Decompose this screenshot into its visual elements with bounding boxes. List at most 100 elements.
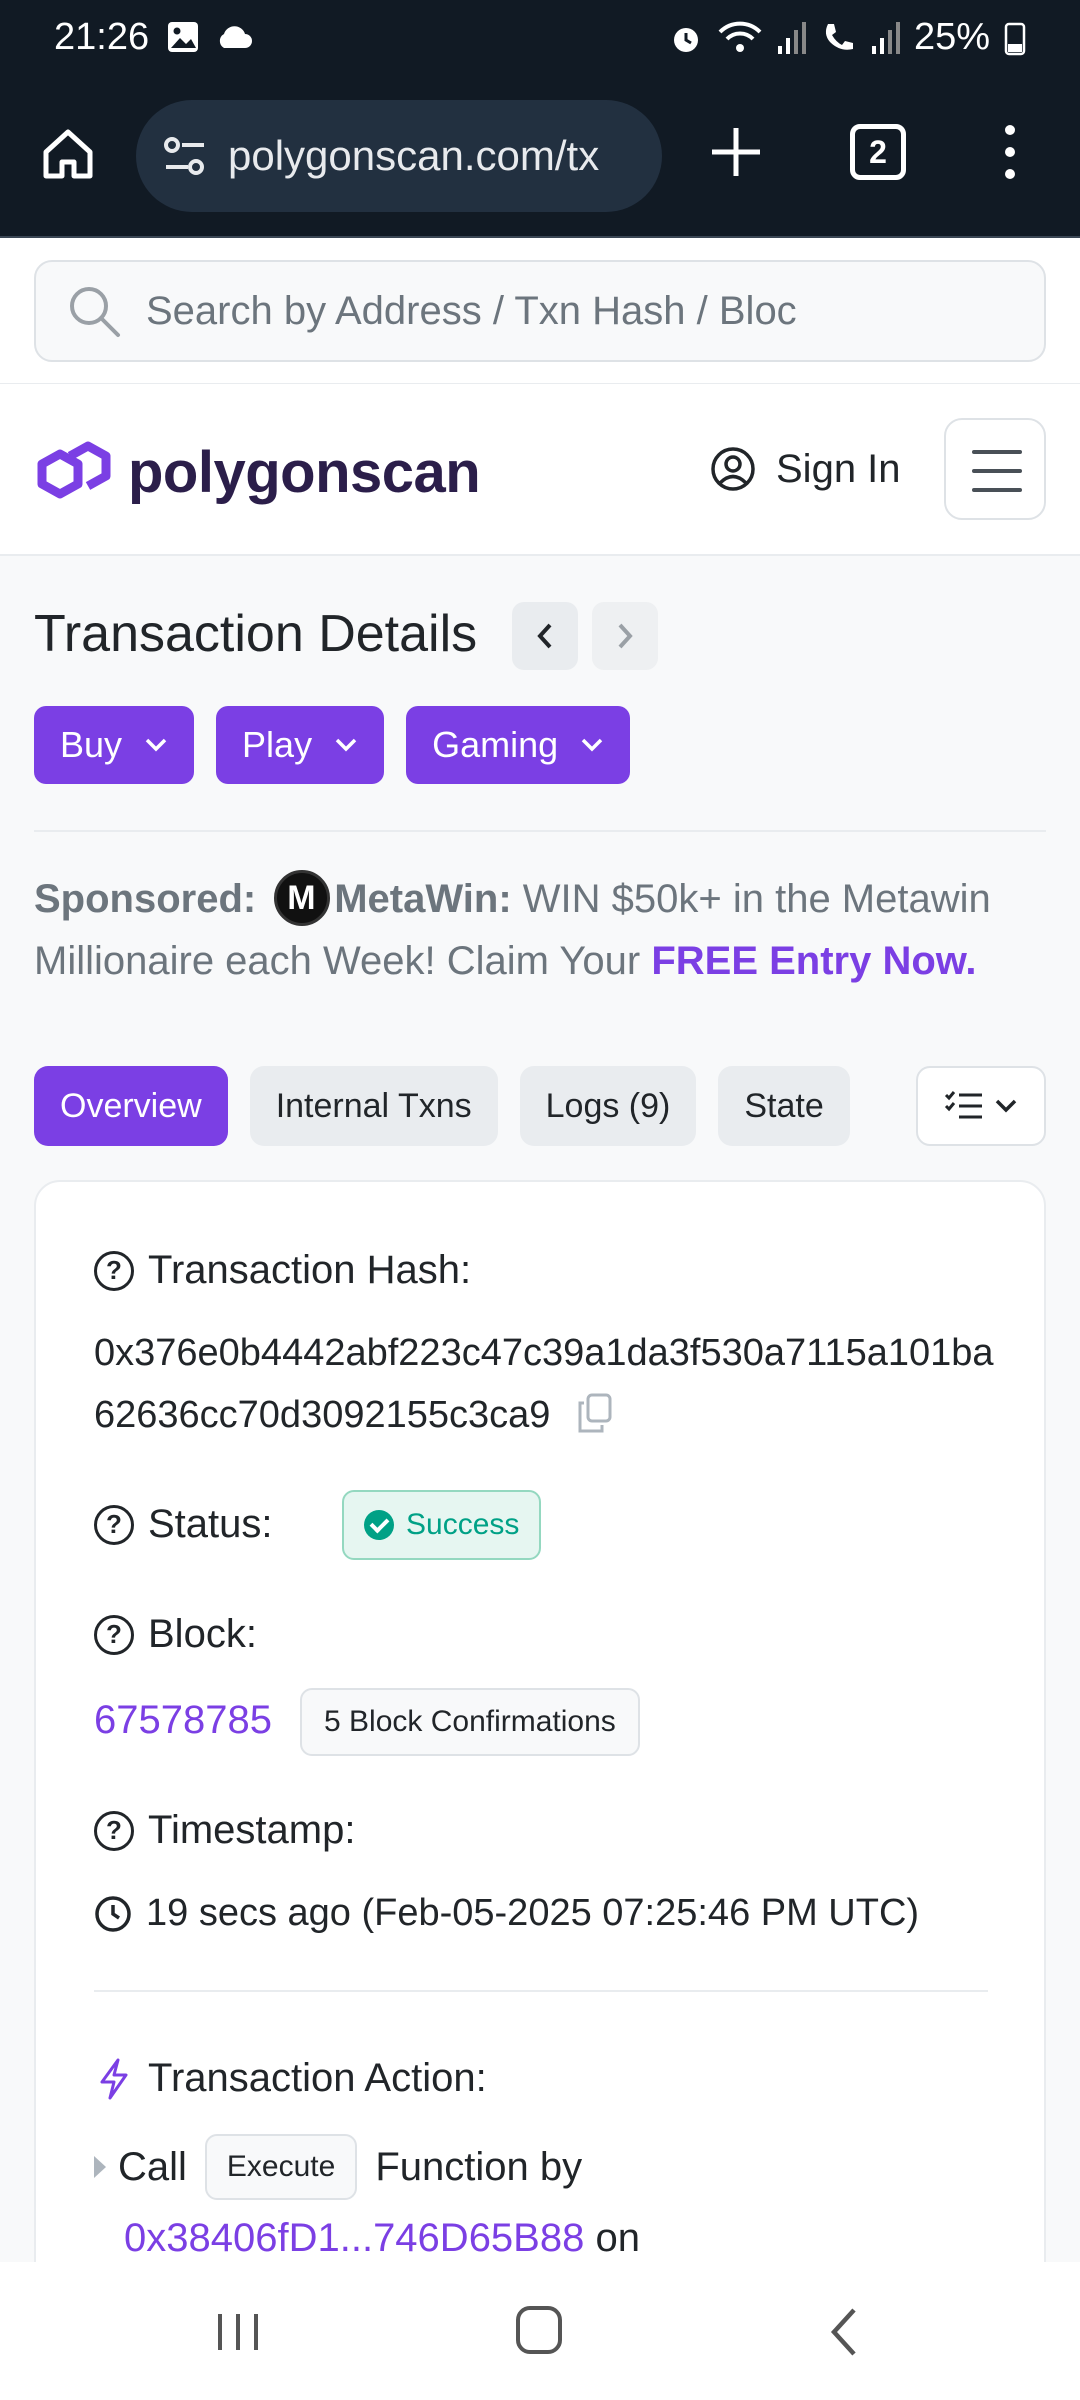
status-label-row: ? Status: (94, 1502, 273, 1547)
status-right: 25% (668, 16, 1026, 59)
on-text: on (595, 2216, 640, 2260)
more-options-icon[interactable] (990, 120, 1030, 184)
call-icon (825, 23, 853, 50)
confirmations-badge: 5 Block Confirmations (300, 1688, 640, 1756)
sponsor-cta-link[interactable]: FREE Entry Now. (651, 939, 976, 983)
status-time: 21:26 (54, 16, 150, 58)
tab-overview[interactable]: Overview (34, 1066, 228, 1146)
sponsor-brand: MetaWin: (334, 877, 512, 921)
prev-tx-button[interactable] (512, 602, 578, 670)
caller-address-link[interactable]: 0x38406fD1...746D65B88 (124, 2216, 584, 2260)
promo-buttons: Buy Play Gaming (34, 706, 631, 784)
caller-row: 0x38406fD1...746D65B88 on (124, 2216, 640, 2261)
tab-switcher-button[interactable]: 2 (850, 124, 906, 180)
recents-icon[interactable] (214, 2310, 262, 2354)
copy-icon[interactable] (576, 1393, 612, 1433)
home-nav-icon[interactable] (516, 2306, 562, 2354)
search-section (0, 238, 1080, 384)
call-row: Call Execute Function by (94, 2134, 582, 2200)
status-notifications (166, 20, 254, 54)
tab-logs[interactable]: Logs (9) (519, 1066, 697, 1146)
function-by-text: Function by (375, 2144, 583, 2189)
chevron-down-icon (335, 738, 357, 752)
help-icon[interactable]: ? (94, 1614, 134, 1655)
site-logo[interactable]: polygonscan (34, 436, 481, 508)
help-icon[interactable]: ? (94, 1810, 134, 1851)
clock-icon (95, 1895, 131, 1932)
page-title: Transaction Details (34, 605, 478, 663)
next-tx-button[interactable] (592, 602, 658, 670)
polygon-logo-icon (37, 441, 111, 499)
buy-label: Buy (60, 724, 123, 765)
chevron-down-icon (145, 738, 167, 752)
site-header: polygonscan Sign In (0, 384, 1080, 556)
sign-in-label: Sign In (776, 446, 901, 491)
overview-card: ? Transaction Hash: 0x376e0b4442abf223c4… (34, 1180, 1046, 2400)
user-circle-icon (711, 447, 755, 491)
tab-internal-txns[interactable]: Internal Txns (249, 1066, 498, 1146)
url-bar: polygonscan.com/tx 2 (0, 100, 1080, 216)
expand-triangle-icon[interactable] (94, 2156, 106, 2178)
back-icon[interactable] (826, 2306, 862, 2358)
sign-in-link[interactable]: Sign In (710, 446, 901, 492)
sponsored-label: Sponsored: (34, 877, 257, 921)
site-settings-icon[interactable] (160, 131, 210, 181)
tx-hash-text: 0x376e0b4442abf223c47c39a1da3f530a7115a1… (94, 1332, 994, 1436)
search-icon (70, 287, 120, 337)
signal-icon (777, 21, 806, 54)
status-value: Success (406, 1508, 520, 1541)
home-icon[interactable] (38, 124, 98, 184)
timestamp-row: 19 secs ago (Feb-05-2025 07:25:46 PM UTC… (94, 1892, 919, 1935)
list-check-icon (944, 1091, 982, 1119)
cloud-icon (219, 26, 252, 48)
menu-toggle-button[interactable] (944, 418, 1046, 520)
chevron-left-icon (537, 623, 552, 649)
play-label: Play (242, 724, 313, 765)
battery-percent: 25% (913, 16, 990, 58)
more-tabs-button[interactable] (916, 1066, 1046, 1146)
new-tab-icon[interactable] (706, 122, 766, 182)
alarm-icon (673, 27, 698, 52)
timestamp-label: Timestamp: (148, 1808, 356, 1852)
metawin-logo-icon (274, 870, 331, 926)
call-text: Call (118, 2144, 187, 2189)
logo-text: polygonscan (128, 439, 481, 505)
url-text[interactable]: polygonscan.com/tx (228, 132, 599, 180)
menu-line-icon (972, 469, 1022, 473)
gaming-dropdown-button[interactable]: Gaming (406, 706, 631, 784)
system-nav-bar (0, 2262, 1080, 2400)
menu-line-icon (972, 450, 1022, 454)
section-divider (34, 830, 1046, 832)
chevron-down-icon (995, 1099, 1017, 1113)
detail-tabs: Overview Internal Txns Logs (9) State (34, 1066, 850, 1146)
address-bar[interactable]: polygonscan.com/tx (136, 100, 662, 212)
gaming-label: Gaming (432, 724, 559, 765)
timestamp-value: 19 secs ago (Feb-05-2025 07:25:46 PM UTC… (146, 1892, 920, 1934)
help-icon[interactable]: ? (94, 1250, 134, 1291)
check-circle-icon (364, 1510, 394, 1540)
battery-icon (1004, 22, 1026, 55)
hash-label: Transaction Hash: (148, 1248, 472, 1292)
action-label: Transaction Action: (148, 2056, 487, 2100)
function-badge: Execute (204, 2134, 358, 2200)
block-number-link[interactable]: 67578785 (94, 1698, 272, 1743)
chevron-down-icon (581, 738, 603, 752)
timestamp-label-row: ? Timestamp: (94, 1808, 355, 1853)
search-box[interactable] (34, 260, 1046, 362)
action-label-row: Transaction Action: (98, 2056, 487, 2101)
gallery-icon (168, 22, 198, 52)
play-dropdown-button[interactable]: Play (216, 706, 385, 784)
hash-label-row: ? Transaction Hash: (94, 1248, 471, 1293)
help-icon[interactable]: ? (94, 1504, 134, 1545)
sponsored-banner: Sponsored:MetaWin: WIN $50k+ in the Meta… (34, 868, 1046, 992)
tab-state[interactable]: State (718, 1066, 850, 1146)
block-label: Block: (148, 1612, 257, 1656)
chevron-right-icon (618, 623, 633, 649)
card-divider (94, 1990, 988, 1992)
block-label-row: ? Block: (94, 1612, 257, 1657)
lightning-icon (100, 2058, 128, 2099)
buy-dropdown-button[interactable]: Buy (34, 706, 195, 784)
browser-chrome: 21:26 25% polygonscan.com/tx 2 (0, 0, 1080, 238)
search-input[interactable] (146, 288, 826, 334)
signal2-icon (871, 21, 900, 54)
